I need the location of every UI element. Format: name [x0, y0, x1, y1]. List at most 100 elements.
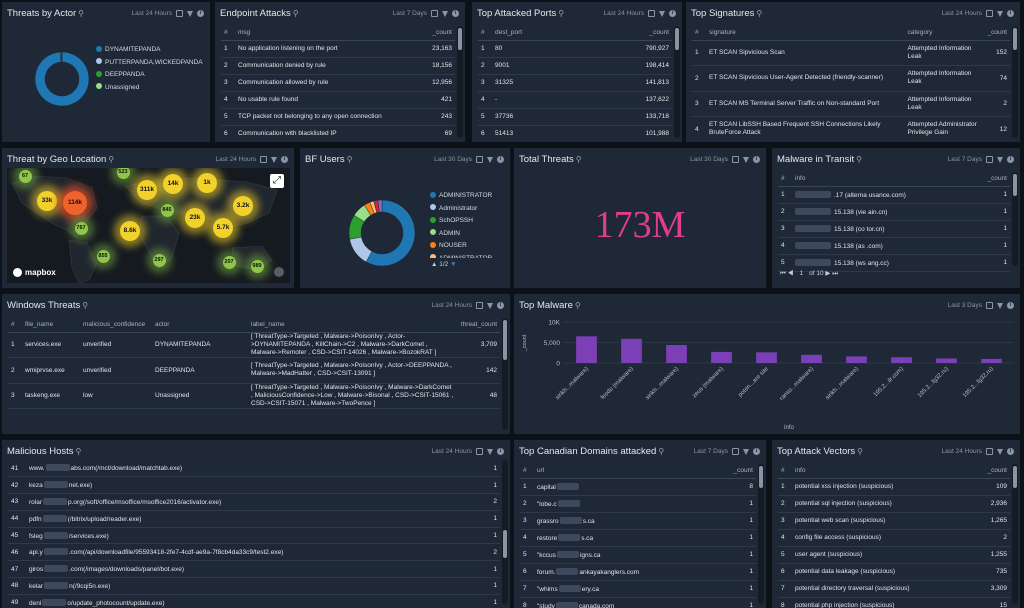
table-row[interactable]: 3 grassro s.ca 1 — [520, 512, 756, 530]
column-header[interactable]: # — [692, 26, 706, 41]
search-icon[interactable]: ⚲ — [576, 155, 582, 164]
geo-cluster-marker[interactable]: 989 — [250, 259, 264, 273]
time-range[interactable]: Last 24 Hours — [604, 10, 644, 17]
filter-icon[interactable] — [487, 156, 493, 163]
table-row[interactable]: 48 kelar n(/9cqi5n.exe) 1 — [8, 577, 500, 595]
table-row[interactable]: 1 80 790,927 — [478, 40, 672, 58]
time-range[interactable]: Last 7 Days — [694, 448, 728, 455]
legend-item[interactable]: SchOPSSH — [430, 215, 492, 228]
search-icon[interactable]: ⚲ — [857, 447, 863, 456]
info-icon[interactable]: i — [497, 448, 504, 455]
copy-icon[interactable] — [986, 448, 993, 455]
geo-map[interactable]: 67 523 33k 114k 311k 14k 1k 845 3.2k 8.6k 23k 5.7k 7… — [7, 168, 290, 283]
bar[interactable] — [711, 351, 732, 363]
scrollbar[interactable] — [502, 318, 508, 430]
column-header[interactable]: _count — [713, 464, 756, 479]
table-row[interactable]: 2 Communication denied by rule 18,156 — [221, 57, 455, 75]
table-row[interactable]: 3 taskeng.exe low Unassigned[ ThreatType->T… — [8, 383, 500, 409]
column-header[interactable]: actor — [152, 318, 248, 333]
column-header[interactable]: msg — [235, 26, 423, 41]
table-row[interactable]: 47 giros .com(/images/downloads/panel/bot.… — [8, 560, 500, 579]
column-header[interactable]: # — [478, 26, 492, 41]
filter-icon[interactable] — [659, 10, 665, 17]
geo-cluster-marker[interactable]: 23k — [185, 208, 205, 228]
column-header[interactable]: info — [792, 172, 971, 187]
table-row[interactable]: 4 15.138 (as .com) 1 — [778, 237, 1010, 255]
bar[interactable] — [756, 352, 777, 363]
time-range[interactable]: Last 24 Hours — [216, 156, 256, 163]
table-row[interactable]: 4 restore s.ca 1 — [520, 529, 756, 547]
scrollbar[interactable] — [674, 26, 680, 138]
filter-icon[interactable] — [743, 448, 749, 455]
geo-cluster-marker[interactable]: 845 — [160, 203, 174, 217]
actor-donut-chart[interactable] — [22, 39, 102, 119]
search-icon[interactable]: ⚲ — [76, 447, 82, 456]
table-row[interactable]: 1 No application listening on the port 23,… — [221, 40, 455, 58]
column-header[interactable]: malicious_confidence — [80, 318, 152, 333]
info-icon[interactable]: i — [497, 156, 504, 163]
info-icon[interactable]: i — [753, 156, 760, 163]
table-row[interactable]: 5 user agent (suspicious) 1,255 — [778, 546, 1010, 564]
info-icon[interactable]: i — [1007, 448, 1014, 455]
table-row[interactable]: 6 forum. ankayakanglers.com 1 — [520, 563, 756, 581]
next-page-icon[interactable]: ▶ — [825, 270, 830, 277]
table-row[interactable]: 2 15.138 (vie ain.cn) 1 — [778, 203, 1010, 221]
table-row[interactable]: 4 config file access (suspicious) 2 — [778, 529, 1010, 547]
table-row[interactable]: 7 "whims ery.ca 1 — [520, 580, 756, 598]
donut-slice[interactable] — [61, 51, 63, 63]
filter-icon[interactable] — [743, 156, 749, 163]
table-row[interactable]: 2 ET SCAN Sipvicious User-Agent Detected … — [692, 65, 1010, 92]
geo-cluster-marker[interactable]: 767 — [74, 221, 88, 235]
filter-icon[interactable] — [271, 156, 277, 163]
geo-cluster-marker[interactable]: 5.7k — [213, 218, 233, 238]
filter-icon[interactable] — [997, 10, 1003, 17]
column-header[interactable]: category — [904, 26, 985, 41]
table-row[interactable]: 46 api.y .com(/api/downloadfile/95593418-2… — [8, 543, 500, 562]
bar[interactable] — [621, 338, 642, 363]
table-row[interactable]: 1.17 (alterna usance.com) 1 — [778, 186, 1010, 204]
geo-cluster-marker[interactable]: 855 — [96, 249, 110, 263]
search-icon[interactable]: ⚲ — [756, 9, 762, 18]
bar[interactable] — [576, 336, 597, 363]
table-row[interactable]: 6 Communication with blacklisted IP 69 — [221, 125, 455, 142]
search-icon[interactable]: ⚲ — [108, 155, 114, 164]
column-header[interactable]: _count — [970, 172, 1010, 187]
copy-icon[interactable] — [476, 302, 483, 309]
copy-icon[interactable] — [986, 156, 993, 163]
scrollbar[interactable] — [502, 460, 508, 604]
table-row[interactable]: 6 potential data leakage (suspicious) 735 — [778, 563, 1010, 581]
filter-icon[interactable] — [487, 302, 493, 309]
legend-item[interactable]: DYNAMITEPANDA — [96, 44, 203, 57]
search-icon[interactable]: ⚲ — [78, 9, 84, 18]
fullscreen-icon[interactable]: ⤢ — [270, 174, 284, 188]
legend-item[interactable]: Administrator — [430, 203, 492, 216]
time-range[interactable]: Last 3 Days — [948, 302, 982, 309]
table-row[interactable]: 5 "kccus igns.ca 1 — [520, 546, 756, 564]
column-header[interactable]: info — [792, 464, 972, 479]
table-row[interactable]: 43 rolar p.org(/soft/office/msoffice/msoff… — [8, 493, 500, 511]
search-icon[interactable]: ⚲ — [558, 9, 564, 18]
table-row[interactable]: 44 pdfn (/bitrix/upload/reader.exe) 1 — [8, 510, 500, 528]
geo-cluster-marker[interactable]: 33k — [37, 191, 57, 211]
table-row[interactable]: 5 TCP packet not belonging to any open co… — [221, 108, 455, 126]
copy-icon[interactable] — [986, 302, 993, 309]
column-header[interactable]: url — [534, 464, 714, 479]
info-icon[interactable]: i — [669, 10, 676, 17]
geo-cluster-marker[interactable]: 1k — [197, 173, 217, 193]
scrollbar[interactable] — [758, 464, 764, 604]
column-header[interactable]: _count — [984, 26, 1010, 41]
info-icon[interactable]: i — [753, 448, 760, 455]
legend-item[interactable]: Unassigned — [96, 82, 203, 95]
table-row[interactable]: 45 fsleg/services.exe) 1 — [8, 527, 500, 545]
table-row[interactable]: 5 37736 133,718 — [478, 108, 672, 126]
column-header[interactable]: _count — [422, 26, 455, 41]
column-header[interactable]: dest_port — [492, 26, 588, 41]
filter-icon[interactable] — [187, 10, 193, 17]
time-range[interactable]: Last 24 Hours — [942, 10, 982, 17]
table-row[interactable]: 1 ET SCAN Sipvicious Scan Attempted Inform… — [692, 40, 1010, 66]
info-icon[interactable]: i — [1007, 302, 1014, 309]
copy-icon[interactable] — [476, 448, 483, 455]
filter-icon[interactable] — [997, 156, 1003, 163]
geo-cluster-marker[interactable]: 67 — [18, 169, 32, 183]
scrollbar[interactable] — [1012, 172, 1018, 266]
